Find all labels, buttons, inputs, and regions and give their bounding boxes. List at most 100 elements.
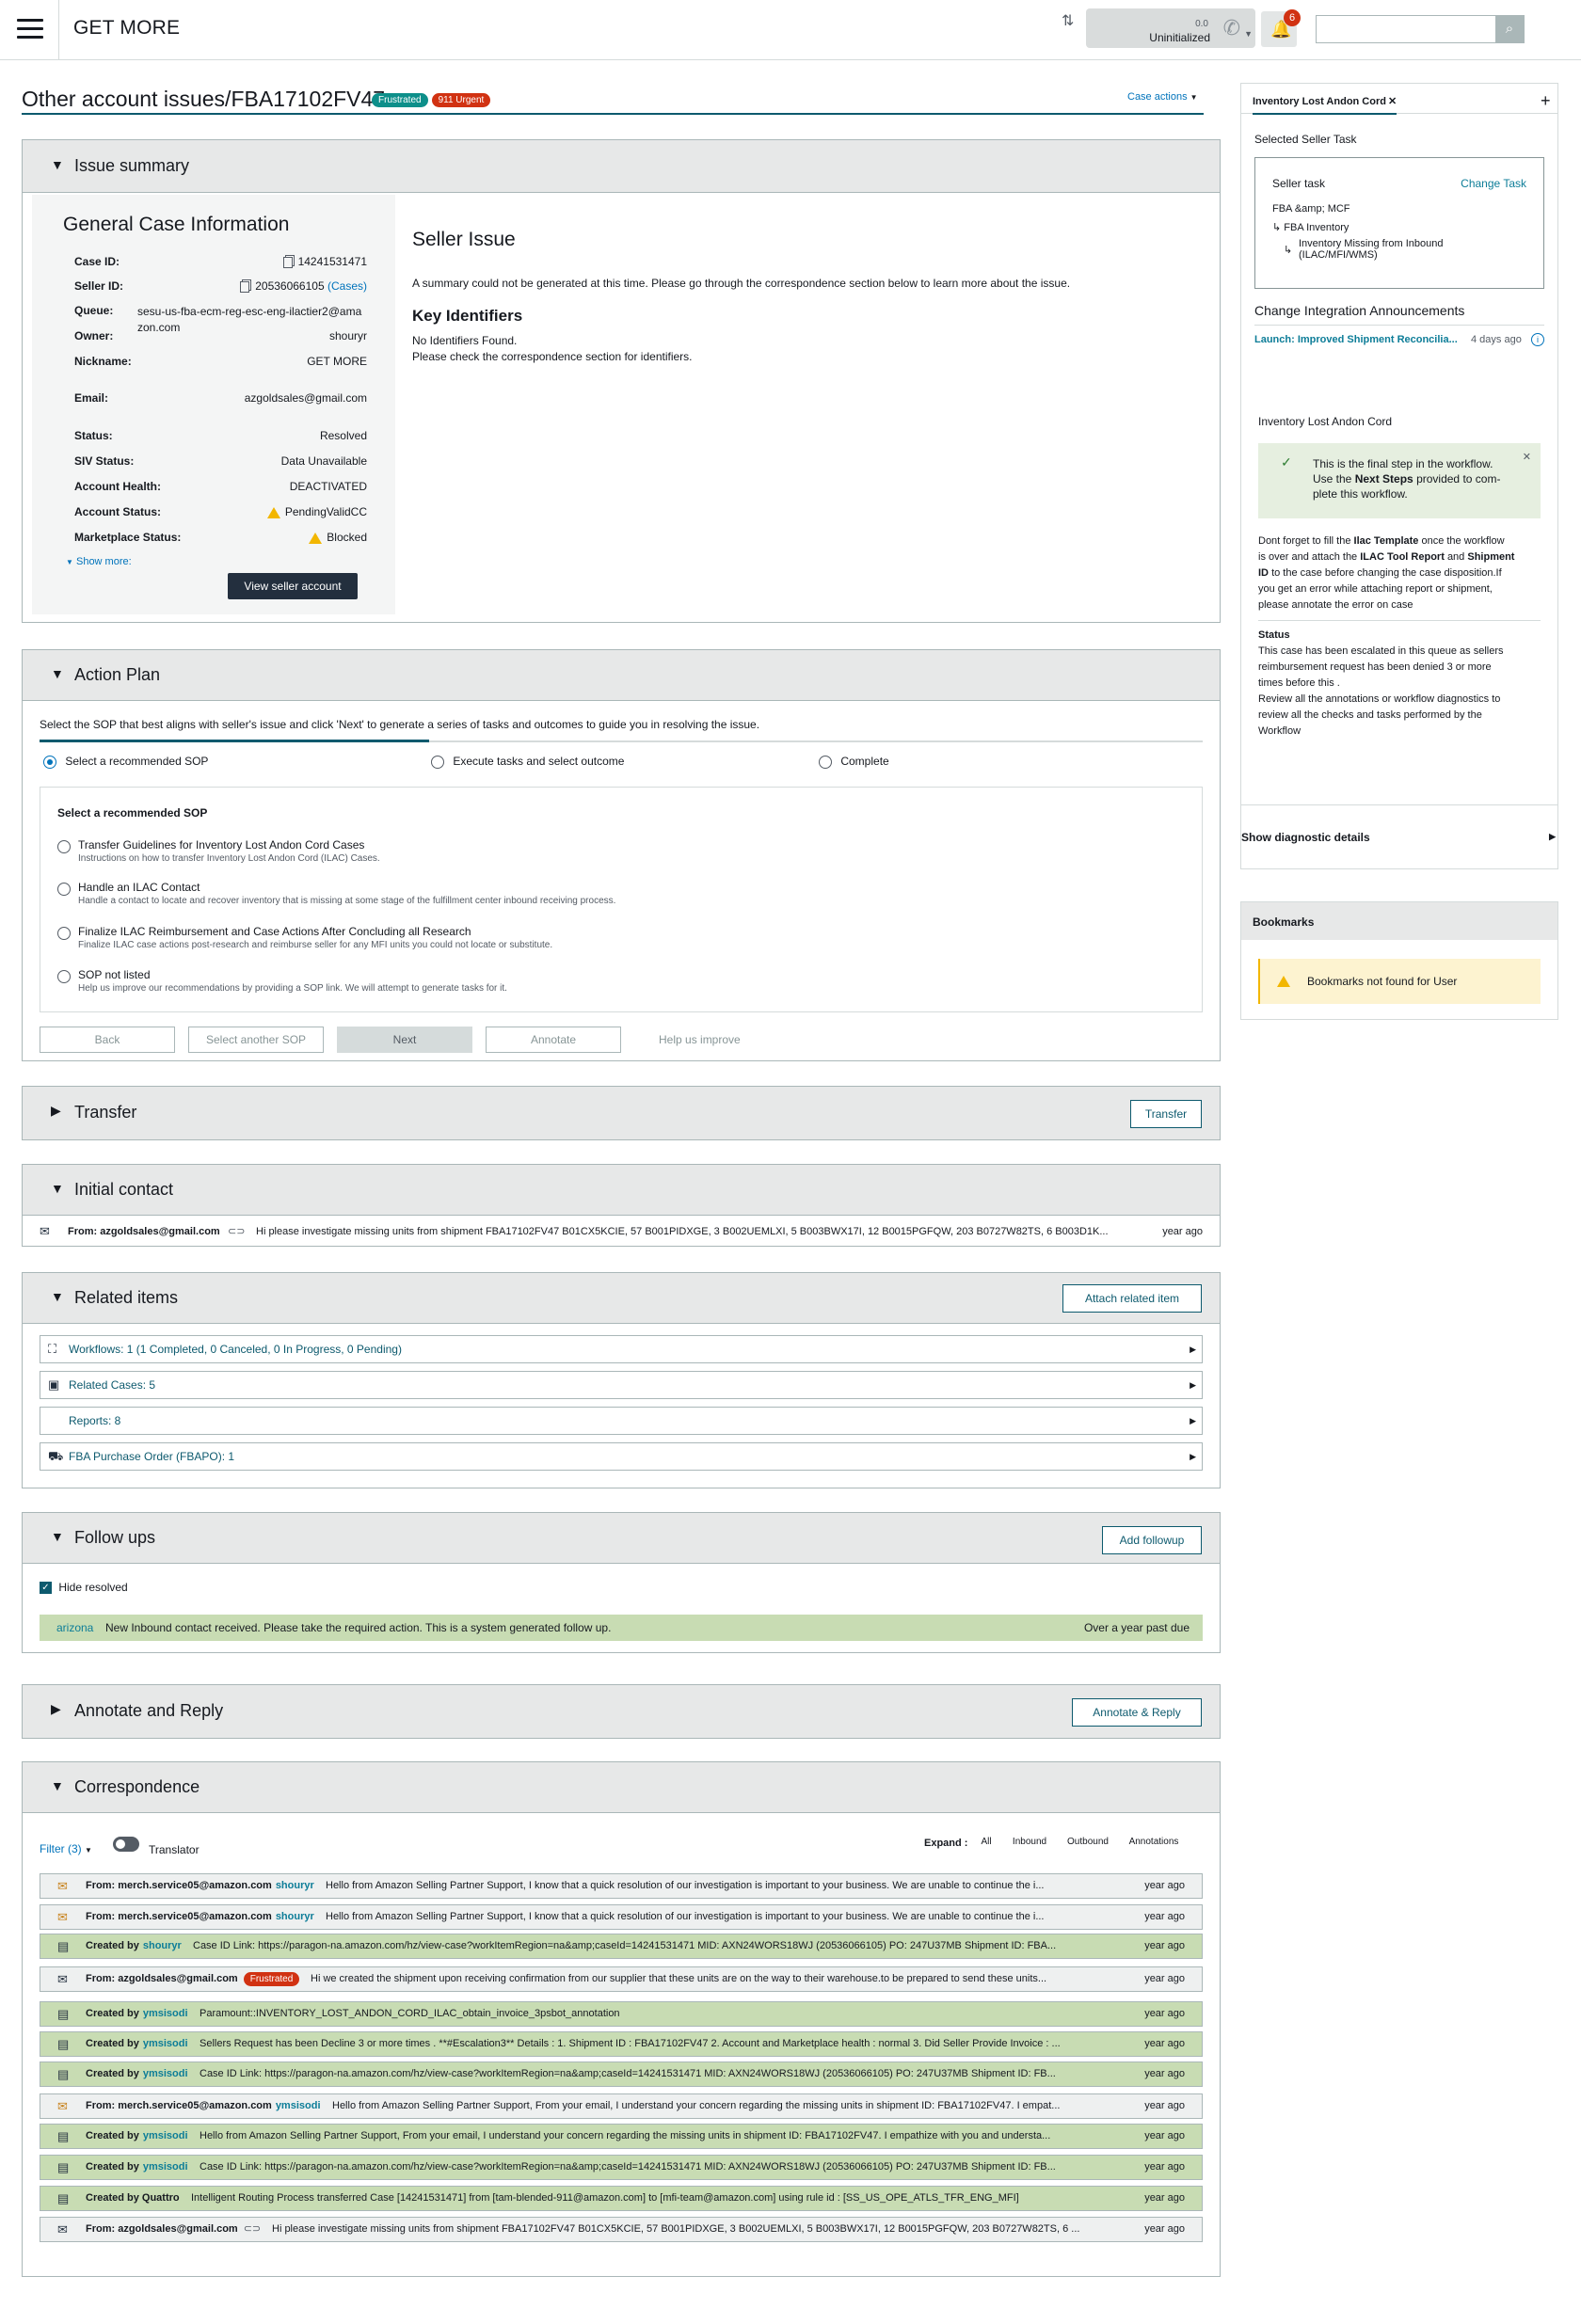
followup-owner[interactable]: arizona xyxy=(56,1615,93,1641)
correspondence-header[interactable]: ▼ Correspondence xyxy=(23,1762,1220,1813)
annotate-reply-header[interactable]: ▶ Annotate and Reply xyxy=(23,1685,1220,1738)
correspondence-time: year ago xyxy=(1144,1880,1185,1891)
initial-contact-row[interactable]: ✉ From: azgoldsales@gmail.com ⊂⊃ Hi plea… xyxy=(23,1218,1220,1246)
follow-ups-header[interactable]: ▼ Follow ups xyxy=(23,1513,1220,1564)
step-complete[interactable]: Complete xyxy=(819,755,889,769)
sender: Created by xyxy=(86,2068,139,2079)
correspondence-row[interactable]: ✉ From: merch.service05@amazon.com shouryr… xyxy=(40,1904,1203,1930)
menu-icon[interactable] xyxy=(17,19,43,40)
follow-ups-title: Follow ups xyxy=(74,1528,156,1547)
related-items-panel: ▼ Related items Attach related item ⛶ Wo… xyxy=(22,1272,1221,1488)
search-input[interactable]: ⌕ xyxy=(1316,15,1525,43)
radio[interactable] xyxy=(57,927,71,940)
caret-down-icon[interactable]: ▼ xyxy=(51,157,64,172)
next-button[interactable]: Next xyxy=(337,1027,472,1053)
close-icon[interactable]: ✕ xyxy=(1523,451,1531,463)
correspondence-row[interactable]: ▤ Created by ymsisodi Case ID Link: https:/… xyxy=(40,2061,1203,2087)
caret-down-icon[interactable]: ▼ xyxy=(51,1778,64,1793)
announcement-link[interactable]: Launch: Improved Shipment Reconcilia... xyxy=(1254,334,1458,345)
caret-down-icon[interactable]: ▼ xyxy=(51,1529,64,1544)
expand-inbound-button[interactable]: Inbound xyxy=(1005,1832,1054,1853)
copy-icon[interactable] xyxy=(282,256,293,268)
info-icon[interactable]: i xyxy=(1531,333,1544,346)
show-diagnostic-details[interactable]: Show diagnostic details ▶ xyxy=(1241,831,1557,844)
add-tab-icon[interactable]: + xyxy=(1541,91,1551,111)
radio[interactable] xyxy=(57,840,71,853)
attach-related-item-button[interactable]: Attach related item xyxy=(1062,1284,1202,1313)
initial-contact-header[interactable]: ▼ Initial contact xyxy=(23,1165,1220,1216)
correspondence-row[interactable]: ▤ Created by ymsisodi Sellers Request has b… xyxy=(40,2031,1203,2057)
related-row-reports[interactable]: Reports: 8 ▶ xyxy=(40,1407,1203,1435)
expand-annotations-button[interactable]: Annotations xyxy=(1122,1832,1186,1853)
caret-down-icon[interactable]: ▼ xyxy=(51,666,64,681)
action-plan-header[interactable]: ▼ Action Plan xyxy=(23,650,1220,701)
select-another-sop-button[interactable]: Select another SOP xyxy=(188,1027,324,1053)
close-icon[interactable]: ✕ xyxy=(1388,96,1397,107)
agent-login[interactable]: ymsisodi xyxy=(143,2161,188,2173)
search-icon[interactable]: ⌕ xyxy=(1495,16,1524,42)
chevron-down-icon[interactable]: ▼ xyxy=(1244,29,1253,39)
annotation-icon: ▤ xyxy=(57,2007,70,2021)
inbound-mail-icon: ✉ xyxy=(57,2222,68,2236)
checkbox-checked-icon[interactable]: ✓ xyxy=(40,1582,52,1595)
caret-down-icon[interactable]: ▼ xyxy=(51,1289,64,1304)
step-execute-tasks[interactable]: Execute tasks and select outcome xyxy=(431,755,624,769)
correspondence-row[interactable]: ✉ From: merch.service05@amazon.com ymsisod… xyxy=(40,2093,1203,2119)
radio[interactable] xyxy=(819,755,832,769)
hide-resolved-checkbox[interactable]: ✓ Hide resolved xyxy=(40,1581,128,1595)
correspondence-row[interactable]: ✉ From: merch.service05@amazon.com shouryr… xyxy=(40,1873,1203,1899)
transfer-button[interactable]: Transfer xyxy=(1130,1100,1202,1128)
correspondence-row[interactable]: ▤ Created by ymsisodi Hello from Amazon Sel… xyxy=(40,2124,1203,2149)
agent-login[interactable]: shouryr xyxy=(143,1940,182,1951)
annotate-reply-title: Annotate and Reply xyxy=(74,1701,224,1720)
caret-right-icon[interactable]: ▶ xyxy=(51,1103,61,1119)
related-row-workflows[interactable]: ⛶ Workflows: 1 (1 Completed, 0 Canceled,… xyxy=(40,1335,1203,1363)
agent-login[interactable]: ymsisodi xyxy=(276,2100,321,2111)
annotate-reply-button[interactable]: Annotate & Reply xyxy=(1072,1698,1202,1727)
radio[interactable] xyxy=(57,970,71,983)
caret-right-icon[interactable]: ▶ xyxy=(51,1701,61,1717)
correspondence-row[interactable]: ✉ From: azgoldsales@gmail.com Frustrated Hi… xyxy=(40,1966,1203,1992)
expand-all-button[interactable]: All xyxy=(973,1832,999,1853)
radio[interactable] xyxy=(431,755,444,769)
agent-login[interactable]: ymsisodi xyxy=(143,2008,188,2019)
related-items-header[interactable]: ▼ Related items xyxy=(23,1273,1220,1324)
correspondence-row[interactable]: ▤ Created by ymsisodi Case ID Link: https:/… xyxy=(40,2155,1203,2180)
case-actions-dropdown[interactable]: Case actions ▼ xyxy=(1127,91,1198,103)
view-seller-account-button[interactable]: View seller account xyxy=(228,573,358,599)
phone-swap-icon[interactable]: ⇅ xyxy=(1062,11,1074,30)
final-step-line: plete this workflow. xyxy=(1313,487,1408,501)
agent-login[interactable]: ymsisodi xyxy=(143,2038,188,2049)
correspondence-row[interactable]: ▤ Created by shouryr Case ID Link: https://… xyxy=(40,1934,1203,1959)
agent-login[interactable]: shouryr xyxy=(276,1880,314,1891)
correspondence-row[interactable]: ▤ Created by ymsisodi Paramount::INVENTORY_… xyxy=(40,2001,1203,2027)
radio-selected[interactable] xyxy=(43,755,56,769)
phone-status-widget[interactable]: 0.0 Uninitialized ✆ ▼ xyxy=(1086,8,1255,48)
seller-cases-link[interactable]: (Cases) xyxy=(327,279,367,293)
radio[interactable] xyxy=(57,883,71,896)
notifications-button[interactable]: 🔔 6 xyxy=(1261,9,1301,47)
related-row-fbapo[interactable]: ⛟ FBA Purchase Order (FBAPO): 1 ▶ xyxy=(40,1442,1203,1471)
add-followup-button[interactable]: Add followup xyxy=(1102,1526,1202,1554)
related-row-cases[interactable]: ▣ Related Cases: 5 ▶ xyxy=(40,1371,1203,1399)
transfer-header[interactable]: ▶ Transfer xyxy=(23,1087,1220,1139)
change-task-link[interactable]: Change Task xyxy=(1461,177,1526,190)
caret-down-icon[interactable]: ▼ xyxy=(51,1181,64,1196)
followup-row[interactable]: arizona New Inbound contact received. Pl… xyxy=(40,1615,1203,1641)
issue-summary-header[interactable]: ▼ Issue summary xyxy=(23,140,1220,193)
show-more-toggle[interactable]: ▼ Show more: xyxy=(66,556,132,567)
agent-login[interactable]: ymsisodi xyxy=(143,2130,188,2141)
filter-dropdown[interactable]: Filter (3) ▼ xyxy=(40,1842,92,1855)
help-us-improve-link[interactable]: Help us improve xyxy=(659,1033,741,1046)
agent-login[interactable]: ymsisodi xyxy=(143,2068,188,2079)
translator-toggle[interactable] xyxy=(113,1837,139,1852)
correspondence-row[interactable]: ▤ Created by Quattro Intelligent Routing P… xyxy=(40,2186,1203,2211)
side-tab-ilac[interactable]: Inventory Lost Andon Cord ✕ xyxy=(1253,95,1397,115)
agent-login[interactable]: shouryr xyxy=(276,1911,314,1922)
back-button[interactable]: Back xyxy=(40,1027,175,1053)
step-select-sop[interactable]: Select a recommended SOP xyxy=(43,755,208,769)
copy-icon[interactable] xyxy=(240,280,250,293)
expand-outbound-button[interactable]: Outbound xyxy=(1060,1832,1116,1853)
annotate-button[interactable]: Annotate xyxy=(486,1027,621,1053)
correspondence-row[interactable]: ✉ From: azgoldsales@gmail.com ⊂⊃ Hi please … xyxy=(40,2217,1203,2242)
